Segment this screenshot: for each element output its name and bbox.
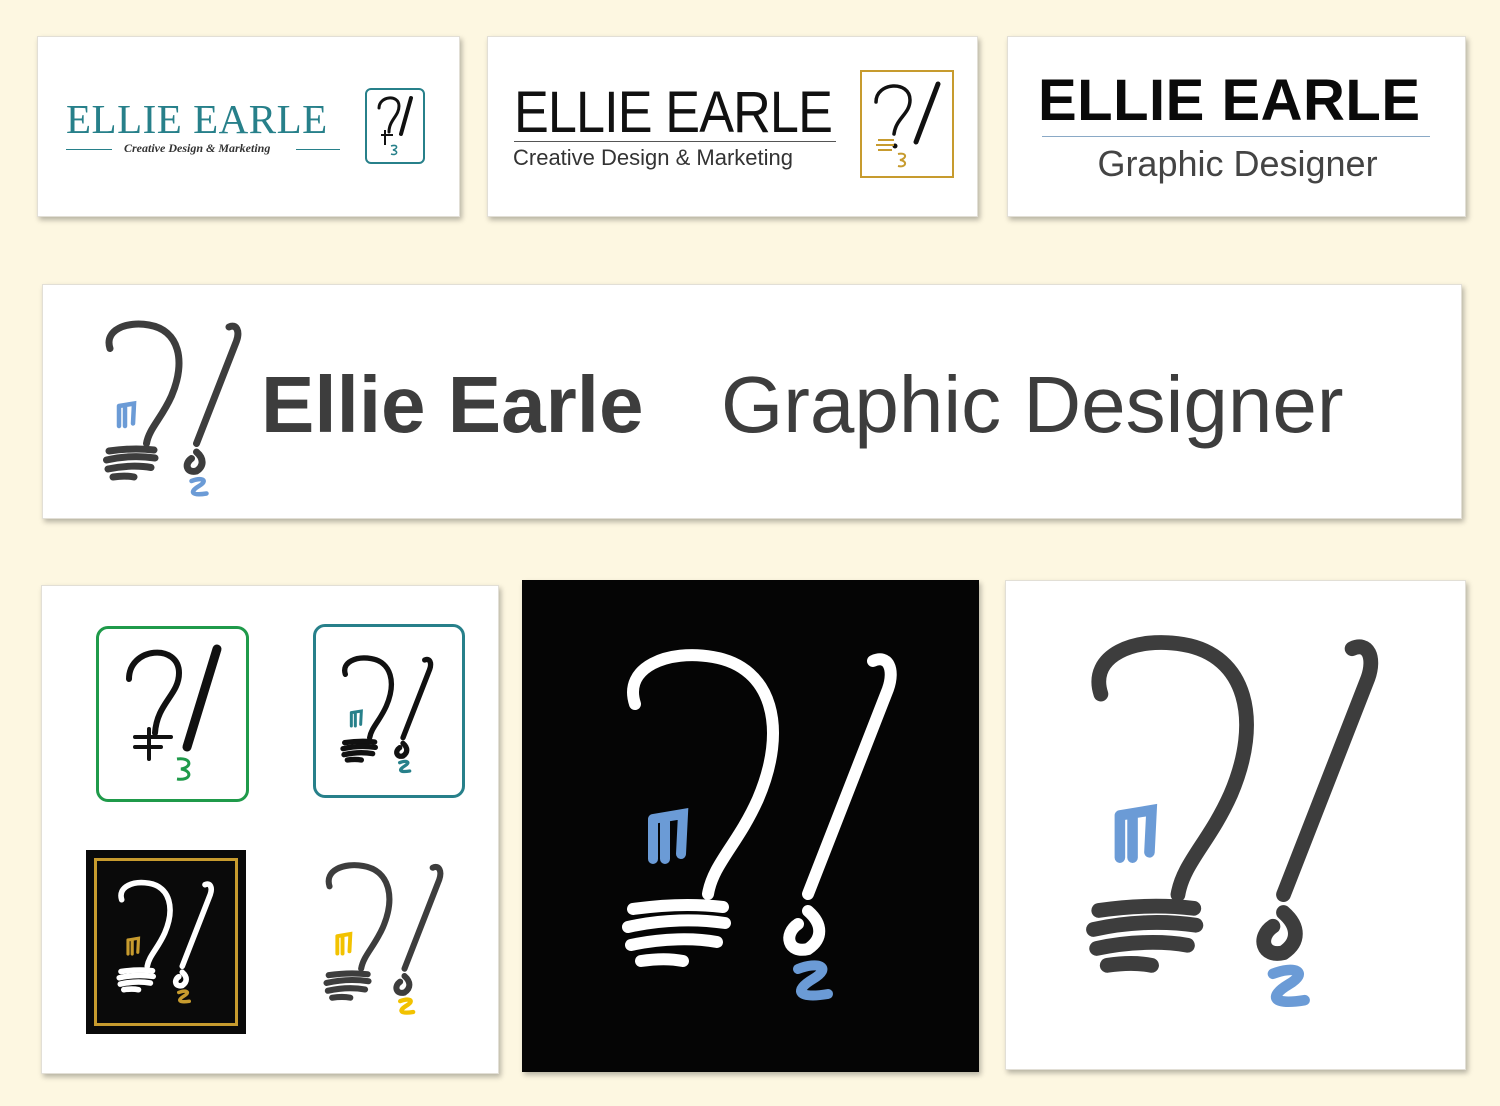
brand-name: ELLIE EARLE — [514, 80, 833, 145]
banner-card: Ellie Earle Graphic Designer — [42, 284, 1462, 519]
divider — [1042, 136, 1430, 137]
light-logo-card — [1005, 580, 1466, 1070]
banner-name: Ellie Earle — [261, 360, 644, 449]
logo-card-bold: ELLIE EARLE Graphic Designer — [1007, 36, 1466, 217]
tagline: Creative Design & Marketing — [124, 141, 271, 155]
question-exclamation-mark-icon — [860, 70, 954, 178]
question-exclamation-mark-icon — [365, 88, 425, 164]
logo-card-teal: ELLIE EARLE Creative Design & Marketing — [37, 36, 460, 217]
lightbulb-paintbrush-icon — [320, 858, 450, 1023]
brand-name: ELLIE EARLE — [1038, 68, 1421, 133]
lightbulb-paintbrush-icon — [313, 624, 465, 798]
divider — [514, 141, 836, 142]
tagline: Graphic Designer — [1097, 143, 1378, 184]
lightbulb-paintbrush-icon — [86, 850, 246, 1034]
logo-card-gold: ELLIE EARLE Creative Design & Marketing — [487, 36, 978, 217]
lightbulb-paintbrush-icon — [1076, 636, 1396, 1016]
divider-left — [66, 149, 112, 150]
tagline: Creative Design & Marketing — [513, 145, 794, 170]
banner-title: Graphic Designer — [721, 360, 1344, 449]
lightbulb-paintbrush-icon — [99, 321, 249, 501]
question-exclamation-mark-icon — [96, 626, 249, 802]
divider-right — [296, 149, 340, 150]
dark-logo-card — [522, 580, 979, 1072]
icon-grid-card — [41, 585, 499, 1074]
lightbulb-paintbrush-icon — [613, 649, 913, 1009]
brand-name: ELLIE EARLE — [66, 96, 328, 142]
